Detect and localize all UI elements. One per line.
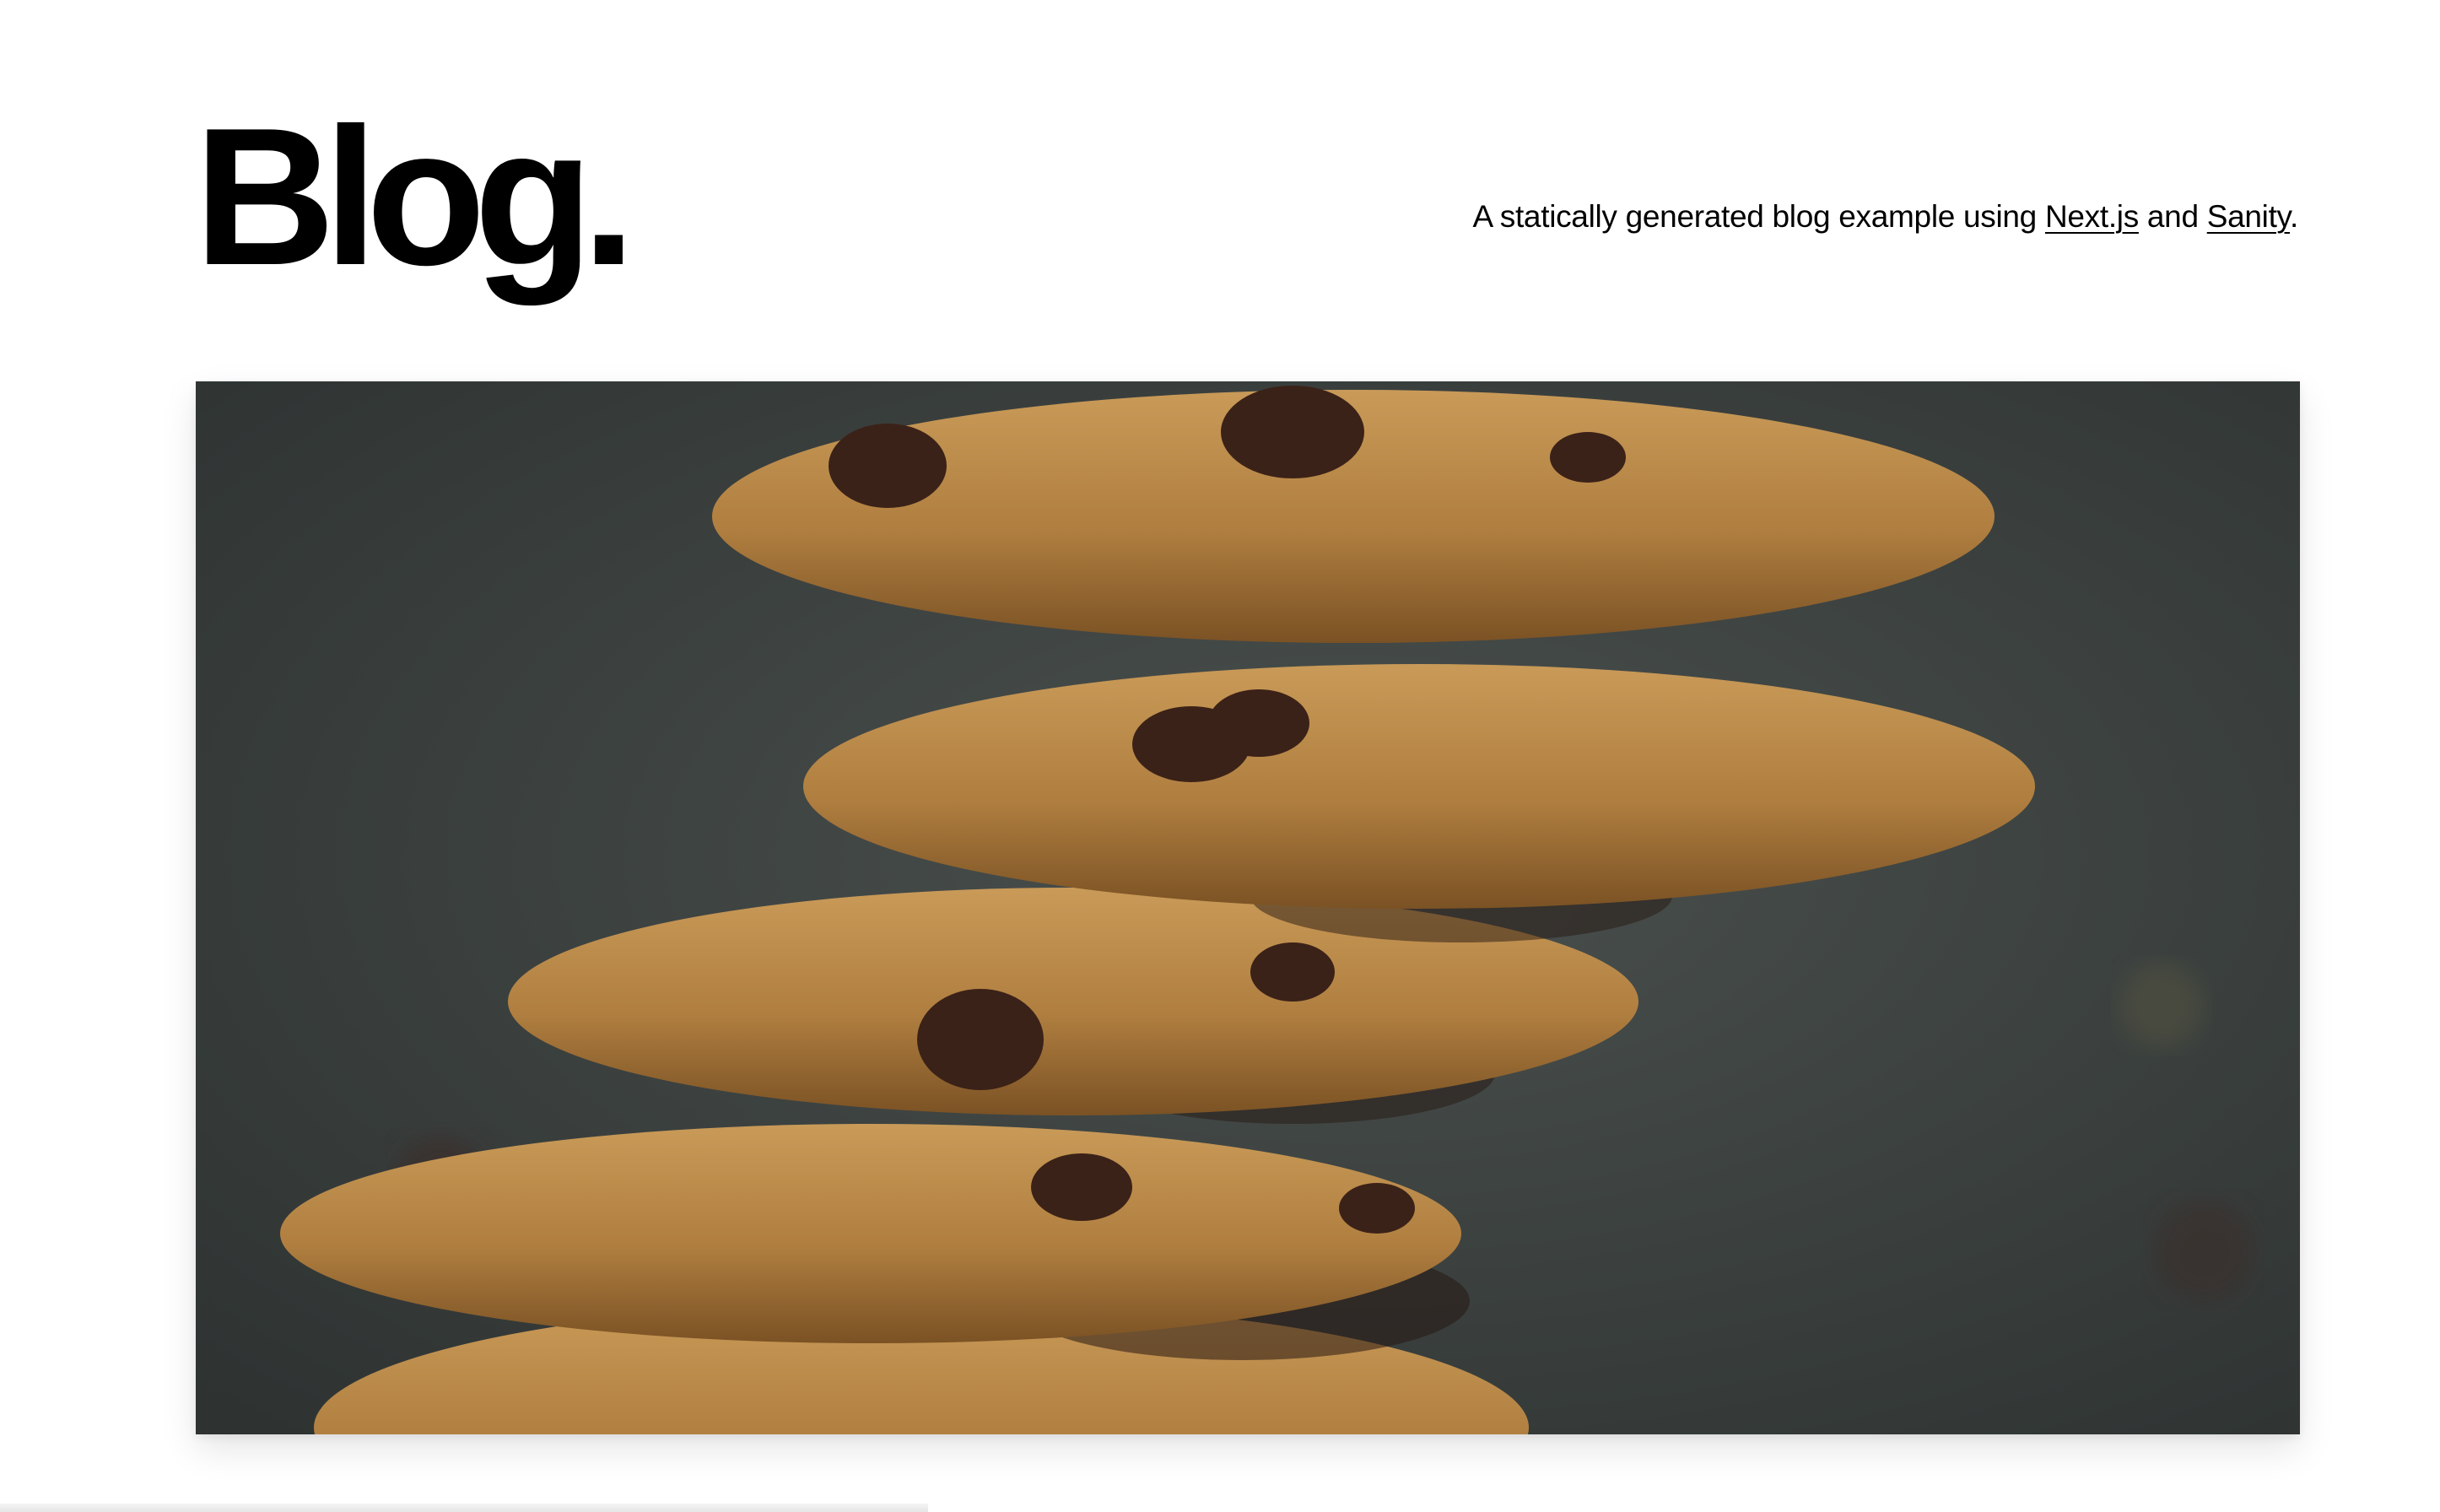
page: Blog. A statically generated blog exampl… — [0, 0, 2440, 1512]
intro-middle: and — [2138, 199, 2207, 234]
bottom-divider — [0, 1504, 928, 1512]
cookie-stack-image — [196, 381, 2300, 1434]
intro-prefix: A statically generated blog example usin… — [1472, 199, 2045, 234]
site-title[interactable]: Blog. — [194, 100, 636, 295]
sanity-link[interactable]: Sanity — [2207, 199, 2291, 234]
hero-cover-image[interactable] — [196, 381, 2300, 1434]
nextjs-link[interactable]: Next.js — [2045, 199, 2139, 234]
intro-text: A statically generated blog example usin… — [1472, 199, 2298, 235]
intro-suffix: . — [2290, 199, 2298, 234]
